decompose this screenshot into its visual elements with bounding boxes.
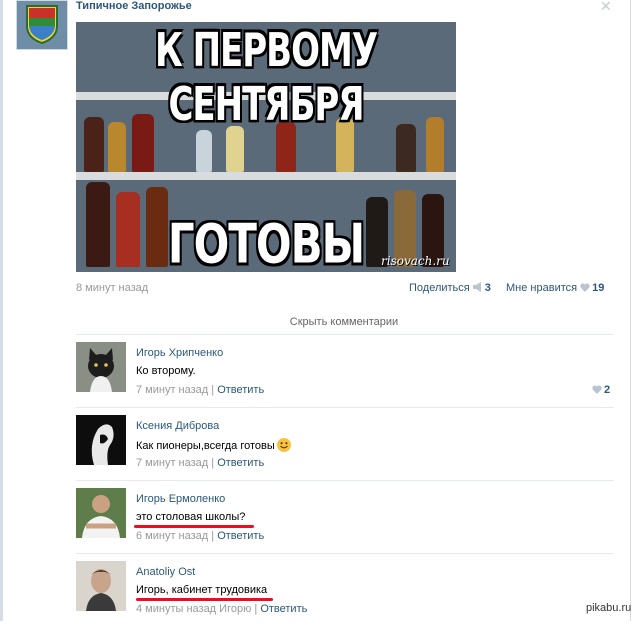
silhouette-avatar-icon [76,415,126,465]
meta-separator: | [208,530,218,542]
man-avatar-icon [76,561,126,611]
meta-separator: | [251,603,261,615]
group-avatar[interactable] [16,0,68,50]
heart-icon [580,283,590,292]
comment-text: Ко второму. [136,365,196,377]
site-watermark: pikabu.ru [586,602,632,614]
like-label: Мне нравится [506,282,578,294]
share-label: Поделиться [409,282,470,294]
comment-time[interactable]: 7 минут назад [136,457,208,469]
meta-separator: | [208,457,218,469]
share-button[interactable]: Поделиться 3 [409,282,491,294]
comment-item: Ксения Диброва Как пионеры,всегда готовы… [76,415,614,485]
group-logo-icon [26,5,58,44]
reply-link[interactable]: Ответить [217,457,264,469]
reply-link[interactable]: Ответить [217,384,264,396]
red-underline [134,525,254,528]
comment-text: это столовая школы? [136,511,246,523]
reply-to-link[interactable]: Игорю [219,603,251,615]
heart-icon [592,385,602,394]
comment-time[interactable]: 6 минут назад [136,530,208,542]
cat-avatar-icon [76,342,126,392]
comment-meta: 4 минуты назад Игорю | Ответить [136,603,307,615]
comment-text: Игорь, кабинет трудовика [136,584,268,596]
right-border [630,0,631,621]
avatar[interactable] [76,488,126,538]
comment-item: Игорь Ермоленко это столовая школы? 6 ми… [76,488,614,558]
red-underline [136,598,273,601]
hide-comments-link[interactable]: Скрыть комментарии [76,316,612,328]
share-count: 3 [484,282,491,294]
divider [76,334,614,335]
divider [76,407,614,408]
left-border [0,0,3,621]
group-name-link[interactable]: Типичное Запорожье [76,0,192,12]
comment-meta: 7 минут назад | Ответить [136,457,264,469]
avatar[interactable] [76,342,126,392]
hide-comments-bar[interactable]: Скрыть комментарии [76,306,612,335]
comment-meta: 7 минут назад | Ответить [136,384,264,396]
meme-top-caption: К ПЕРВОМУ СЕНТЯБРЯ [154,24,378,132]
man-avatar-icon [76,488,126,538]
post-image[interactable]: К ПЕРВОМУ СЕНТЯБРЯ ГОТОВЫ risovach.ru [76,22,456,272]
comment-author[interactable]: Anatoliy Ost [136,566,195,578]
divider [76,553,614,554]
avatar[interactable] [76,415,126,465]
shelf [76,172,456,180]
comment-item: Игорь Хрипченко Ко второму. 7 минут наза… [76,342,614,412]
meme-watermark: risovach.ru [381,254,450,268]
comment-text: Как пионеры,всегда готовы [136,438,291,452]
bottle [196,130,212,172]
comment-author[interactable]: Игорь Хрипченко [136,347,223,359]
comment-time[interactable]: 7 минут назад [136,384,208,396]
close-icon[interactable]: ✕ [600,0,612,15]
comment-like-button[interactable]: 2 [589,384,610,396]
like-count: 19 [592,282,605,294]
avatar[interactable] [76,561,126,611]
post-timestamp[interactable]: 8 минут назад [76,282,148,294]
bottle [226,126,244,172]
comment-author[interactable]: Игорь Ермоленко [136,493,225,505]
comment-meta: 6 минут назад | Ответить [136,530,264,542]
smiley-emoji-icon [276,438,291,452]
reply-link[interactable]: Ответить [217,530,264,542]
comment-like-count: 2 [604,384,611,396]
megaphone-icon [472,282,481,292]
divider [76,480,614,481]
comment-author[interactable]: Ксения Диброва [136,420,219,432]
reply-link[interactable]: Ответить [260,603,307,615]
comment-time[interactable]: 4 минуты назад [136,603,216,615]
like-button[interactable]: Мне нравится 19 [506,282,604,294]
comment-text-body: Как пионеры,всегда готовы [136,440,275,452]
meta-separator: | [208,384,218,396]
